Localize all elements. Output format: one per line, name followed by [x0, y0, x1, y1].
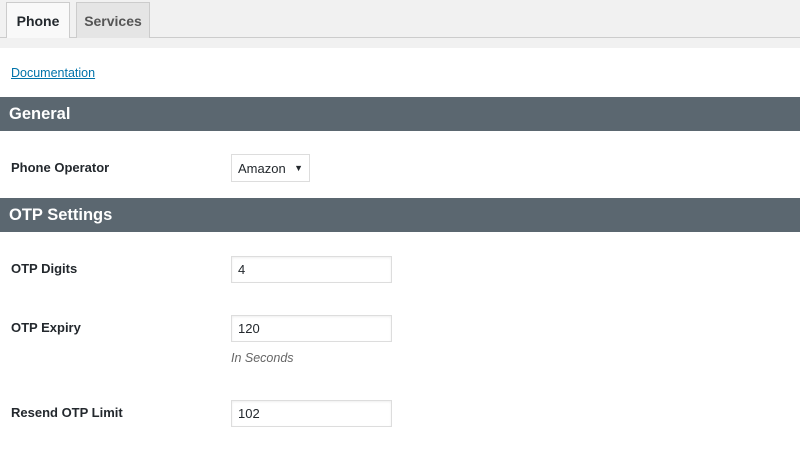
- resend-otp-limit-label: Resend OTP Limit: [11, 405, 123, 420]
- phone-operator-select[interactable]: Amazon ▼: [231, 154, 310, 182]
- otp-digits-value: 4: [238, 262, 246, 277]
- section-header-otp-settings: OTP Settings: [0, 198, 800, 232]
- otp-expiry-hint: In Seconds: [231, 351, 294, 365]
- otp-expiry-label: OTP Expiry: [11, 320, 81, 335]
- phone-operator-value: Amazon: [238, 160, 286, 176]
- tab-phone[interactable]: Phone: [6, 2, 70, 38]
- section-header-general: General: [0, 97, 800, 131]
- documentation-link[interactable]: Documentation: [11, 66, 95, 80]
- caret-down-icon: ▼: [294, 163, 303, 173]
- otp-digits-label: OTP Digits: [11, 261, 78, 276]
- phone-operator-label: Phone Operator: [11, 160, 110, 175]
- otp-expiry-input[interactable]: 120: [231, 315, 392, 342]
- section-title-otp-settings: OTP Settings: [9, 205, 113, 224]
- tab-services[interactable]: Services: [76, 2, 150, 38]
- otp-expiry-value: 120: [238, 321, 260, 336]
- section-title-general: General: [9, 104, 71, 123]
- resend-otp-limit-value: 102: [238, 406, 260, 421]
- resend-otp-limit-input[interactable]: 102: [231, 400, 392, 427]
- tab-bar: Phone Services: [0, 0, 800, 48]
- otp-digits-input[interactable]: 4: [231, 256, 392, 283]
